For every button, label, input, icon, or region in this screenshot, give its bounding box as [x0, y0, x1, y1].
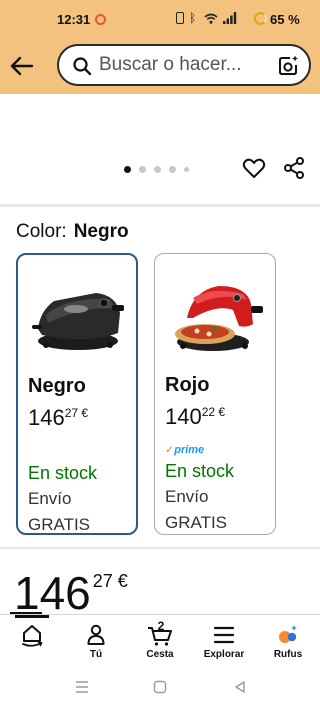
nav-explore-label: Explorar [203, 649, 245, 660]
share-icon[interactable] [282, 156, 306, 180]
stock-status: En stock [28, 463, 98, 483]
pagination-dot [169, 166, 176, 173]
camera-lens-icon[interactable] [276, 54, 300, 78]
swatch-price-fraction: 22 € [201, 405, 226, 419]
swatch-price: 14022 € [165, 404, 225, 430]
cart-count-badge: 2 [157, 619, 165, 633]
shipping-label: Envío [28, 489, 72, 508]
user-icon [87, 624, 105, 645]
pagination-dot [139, 166, 146, 173]
red-pizza-oven-image [175, 286, 263, 351]
section-divider [0, 204, 320, 207]
prime-badge: ✓prime [165, 443, 204, 456]
nav-rufus[interactable]: Rufus [256, 615, 320, 665]
black-pizza-oven-image [32, 293, 124, 350]
color-heading: Color: Negro [16, 221, 129, 243]
pagination-dot-active [124, 166, 131, 173]
search-input[interactable] [99, 46, 271, 84]
stock-status: En stock [165, 461, 235, 481]
search-icon [73, 57, 92, 76]
nav-rufus-label: Rufus [273, 649, 303, 660]
home-icon [22, 625, 43, 647]
battery-level: 65 % [270, 12, 300, 27]
swatch-name: Negro [28, 375, 86, 397]
search-box[interactable] [57, 44, 311, 86]
rufus-icon [279, 625, 297, 643]
recents-icon[interactable] [75, 680, 89, 694]
swatch-price-whole: 146 [28, 405, 65, 430]
system-nav-bar [0, 664, 320, 711]
color-label: Color: [16, 221, 67, 242]
wifi-icon [204, 13, 218, 24]
color-swatch-negro[interactable]: Negro 14627 € En stock Envío GRATIS [16, 253, 138, 535]
prime-label: prime [174, 444, 205, 456]
bottom-nav: Tú 2 Cesta Explorar Rufus [0, 614, 320, 664]
swatch-price-fraction: 27 € [64, 406, 89, 420]
status-bar: 12:31 ᛒ 65 % [0, 0, 320, 42]
selected-color-value: Negro [73, 221, 129, 242]
nav-home[interactable] [0, 615, 64, 665]
nav-user[interactable]: Tú [64, 615, 128, 665]
status-icons: ᛒ [176, 12, 237, 24]
recording-indicator-icon [95, 14, 106, 25]
shipping-free: GRATIS [165, 513, 228, 532]
pagination-dot [154, 166, 161, 173]
swatch-name: Rojo [165, 374, 210, 396]
nav-explore[interactable]: Explorar [192, 615, 256, 665]
battery-icon [254, 12, 267, 25]
header [0, 42, 320, 94]
heart-icon[interactable] [242, 156, 266, 180]
shipping-label: Envío [165, 487, 209, 506]
back-triangle-icon[interactable] [233, 680, 247, 694]
bluetooth-icon: ᛒ [189, 11, 197, 25]
pagination-dot [184, 167, 189, 172]
nav-cart-label: Cesta [146, 649, 174, 660]
prime-check-icon: ✓ [165, 444, 175, 456]
nav-cart[interactable]: 2 Cesta [128, 615, 192, 665]
main-price-fraction: 27 € [92, 571, 128, 591]
menu-icon [213, 626, 235, 644]
product-image-area[interactable] [0, 94, 320, 204]
vibrate-icon [176, 12, 184, 24]
status-time: 12:31 [57, 12, 91, 27]
nav-user-label: Tú [89, 649, 103, 660]
signal-icon [223, 12, 237, 24]
color-swatch-rojo[interactable]: Rojo 14022 € ✓prime En stock Envío GRATI… [154, 253, 276, 535]
nav-active-indicator [15, 615, 49, 618]
home-square-icon[interactable] [153, 680, 167, 694]
swatch-price: 14627 € [28, 405, 88, 431]
swatch-price-whole: 140 [165, 404, 202, 429]
section-divider [0, 547, 320, 549]
shipping-free: GRATIS [28, 515, 91, 534]
image-pagination-dots [124, 166, 189, 173]
back-arrow-icon[interactable] [8, 52, 36, 80]
